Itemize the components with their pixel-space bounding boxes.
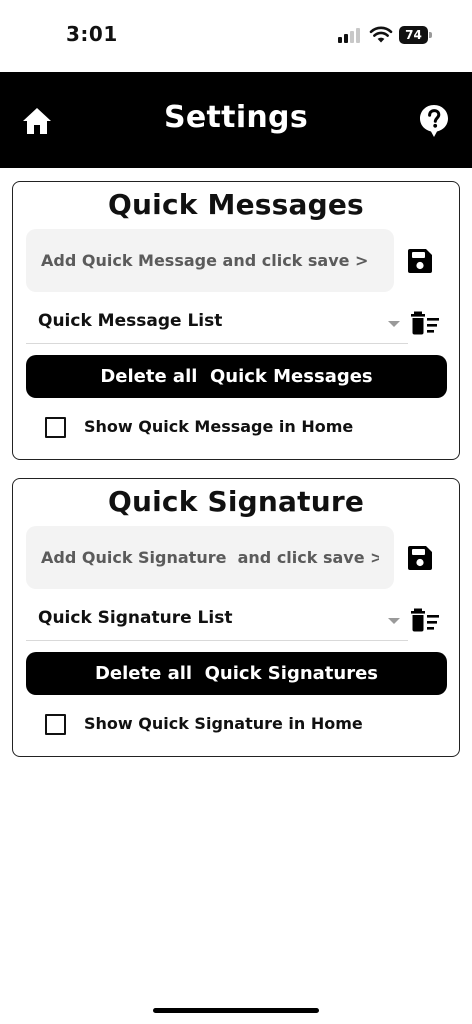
quick-signature-card: Quick Signature Quick Signature List Del… (12, 478, 460, 757)
delete-all-quick-messages-button[interactable]: Delete all Quick Messages (26, 355, 447, 398)
dropdown-label: Quick Signature List (38, 608, 233, 628)
status-time: 3:01 (66, 22, 118, 46)
wifi-icon (369, 26, 393, 43)
caret-down-icon (388, 321, 400, 327)
home-indicator (153, 1008, 319, 1013)
battery-icon: 74 (399, 26, 433, 44)
signal-icon (338, 27, 364, 43)
quick-signature-input[interactable] (26, 526, 394, 589)
help-icon[interactable] (418, 103, 450, 139)
dropdown-label: Quick Message List (38, 311, 223, 331)
quick-signature-list-dropdown[interactable]: Quick Signature List (26, 601, 408, 641)
show-quick-message-label[interactable]: Show Quick Message in Home (84, 417, 353, 436)
app-bar: Settings (0, 72, 472, 168)
quick-messages-card: Quick Messages Quick Message List Delete… (12, 181, 460, 460)
battery-level: 74 (405, 28, 422, 42)
delete-all-quick-signatures-button[interactable]: Delete all Quick Signatures (26, 652, 447, 695)
save-icon[interactable] (407, 545, 433, 571)
delete-sweep-icon[interactable] (411, 608, 439, 632)
caret-down-icon (388, 618, 400, 624)
delete-sweep-icon[interactable] (411, 311, 439, 335)
quick-message-list-dropdown[interactable]: Quick Message List (26, 304, 408, 344)
save-icon[interactable] (407, 248, 433, 274)
quick-messages-title: Quick Messages (108, 188, 364, 221)
show-quick-signature-label[interactable]: Show Quick Signature in Home (84, 714, 363, 733)
show-quick-signature-checkbox[interactable] (45, 714, 66, 735)
quick-message-input[interactable] (26, 229, 394, 292)
show-quick-message-checkbox[interactable] (45, 417, 66, 438)
quick-signature-title: Quick Signature (107, 485, 365, 518)
page-title: Settings (163, 100, 308, 135)
status-bar: 3:01 74 (0, 0, 472, 72)
